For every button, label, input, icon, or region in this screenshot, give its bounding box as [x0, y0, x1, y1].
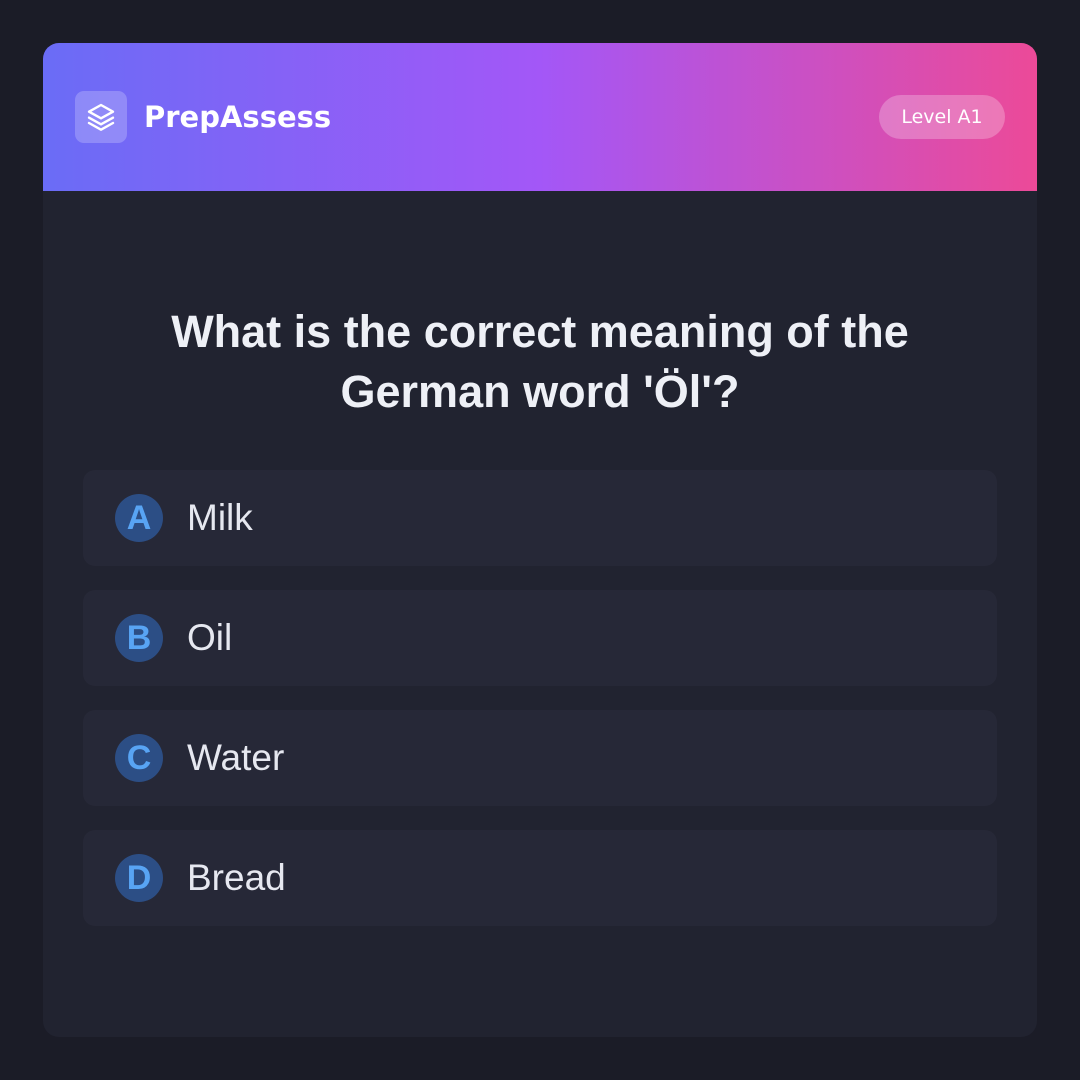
option-letter: B [115, 614, 163, 662]
option-letter: C [115, 734, 163, 782]
option-label: Water [187, 737, 285, 778]
layers-icon [87, 103, 115, 131]
option-letter: D [115, 854, 163, 902]
option-c[interactable]: C Water [83, 710, 997, 806]
option-letter: A [115, 494, 163, 542]
header: PrepAssess Level A1 [43, 43, 1037, 191]
option-label: Milk [187, 497, 253, 538]
option-d[interactable]: D Bread [83, 830, 997, 926]
logo [75, 91, 127, 143]
option-a[interactable]: A Milk [83, 470, 997, 566]
quiz-card: PrepAssess Level A1 What is the correct … [43, 43, 1037, 1037]
option-label: Bread [187, 857, 286, 898]
brand-name: PrepAssess [144, 100, 332, 134]
question-text: What is the correct meaning of the Germa… [171, 306, 909, 417]
option-label: Oil [187, 617, 233, 658]
level-badge: Level A1 [879, 95, 1005, 139]
option-b[interactable]: B Oil [83, 590, 997, 686]
